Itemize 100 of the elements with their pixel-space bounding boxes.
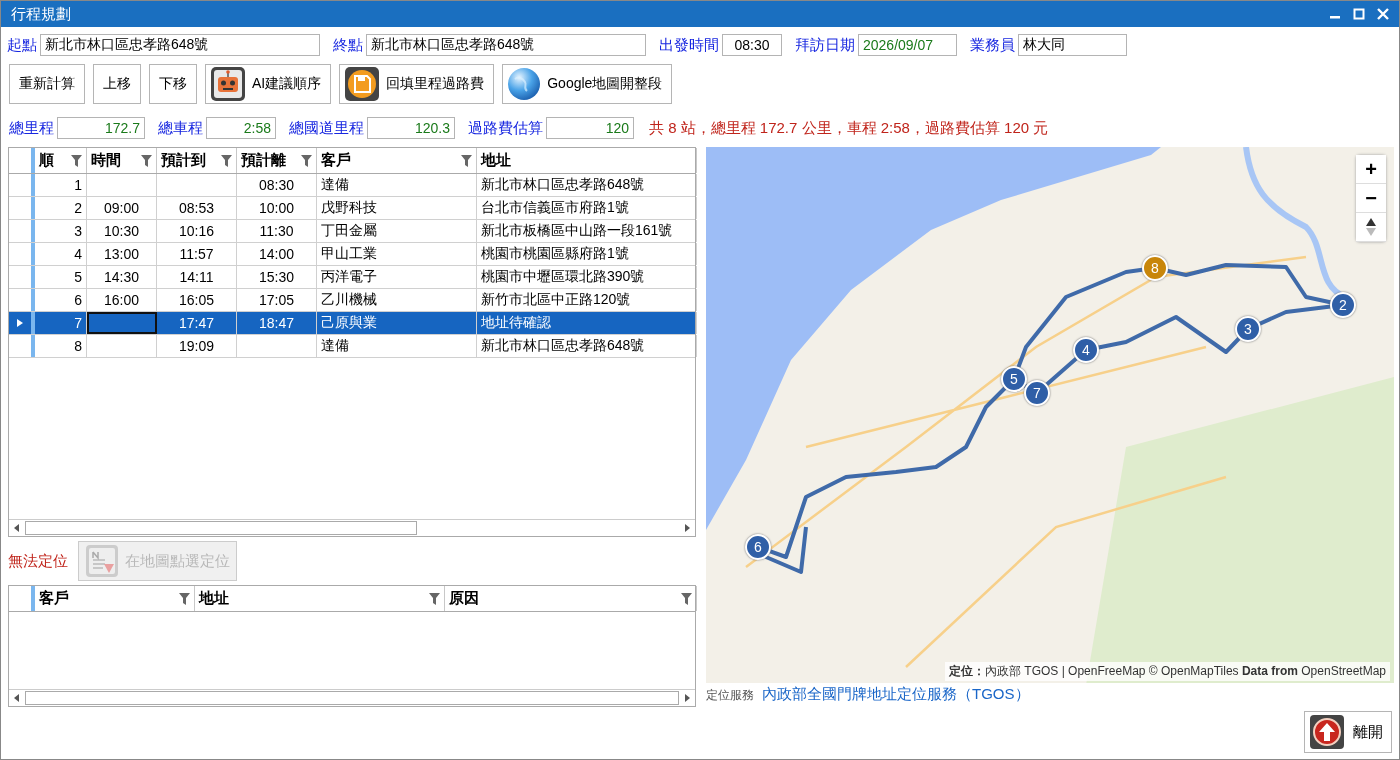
toolbar-button[interactable]: 回填里程過路費 [339,64,495,104]
horizontal-scrollbar[interactable] [9,689,695,706]
table-cell: 08:30 [237,174,317,196]
window-title: 行程規劃 [11,4,72,24]
table-cell: 10:00 [237,197,317,219]
scroll-left-icon[interactable] [13,524,21,532]
table-cell: 14:00 [237,243,317,265]
scroll-left-icon[interactable] [13,694,21,702]
tgos-link[interactable]: 內政部全國門牌地址定位服務（TGOS） [762,685,1030,705]
table-cell: 6 [35,289,87,311]
column-header[interactable]: 客戶 [35,586,195,611]
table-cell: 己原與業 [317,312,477,334]
table-cell: 達備 [317,174,477,196]
table-row[interactable]: 8 19:09 達備 新北市林口區忠孝路648號 [9,335,695,358]
table-row[interactable]: 2 09:00 08:53 10:00 戊野科技 台北市信義區市府路1號 [9,197,695,220]
section-label: 無法定位 [8,551,68,571]
table-row[interactable]: 4 13:00 11:57 14:00 甲山工業 桃園市桃園區縣府路1號 [9,243,695,266]
stat-label: 總國道里程 [289,118,364,138]
table-cell: 4 [35,243,87,265]
toolbar-button[interactable]: 下移 [149,64,197,104]
table-cell: 18:47 [237,312,317,334]
maximize-icon[interactable] [1353,8,1365,20]
table-cell: 戊野科技 [317,197,477,219]
compass-button[interactable] [1356,213,1386,242]
filter-icon[interactable] [179,592,190,605]
toolbar-button[interactable]: 重新計算 [9,64,85,104]
filter-icon[interactable] [429,592,440,605]
table-cell: 13:00 [87,243,157,265]
stat-value: 120 [546,117,634,139]
input-field[interactable]: 08:30 [722,34,782,56]
stat-label: 總里程 [9,118,54,138]
input-field[interactable]: 林大同 [1018,34,1127,56]
input-field[interactable]: 新北市林口區忠孝路648號 [40,34,320,56]
stat-label: 總車程 [158,118,203,138]
exit-button[interactable]: 離開 [1304,711,1392,753]
table-cell: 新北市林口區忠孝路648號 [477,174,697,196]
field-label: 出發時間 [659,35,719,55]
table-cell: 新竹市北區中正路120號 [477,289,697,311]
table-cell: 17:05 [237,289,317,311]
table-cell: 8 [35,335,87,357]
footer-label: 定位服務 [706,687,754,705]
robot-icon [210,66,246,102]
table-row[interactable]: 5 14:30 14:11 15:30 丙洋電子 桃園市中壢區環北路390號 [9,266,695,289]
stat-value: 2:58 [206,117,276,139]
table-cell: 10:30 [87,220,157,242]
filter-icon[interactable] [461,154,472,167]
filter-icon[interactable] [301,154,312,167]
table-cell: 2 [35,197,87,219]
table-cell: 19:09 [157,335,237,357]
field-label: 拜訪日期 [795,35,855,55]
table-cell: 丙洋電子 [317,266,477,288]
table-cell: 桃園市中壢區環北路390號 [477,266,697,288]
column-header[interactable]: 預計到 [157,148,237,173]
table-cell: 08:53 [157,197,237,219]
table-row[interactable]: 3 10:30 10:16 11:30 丁田金屬 新北市板橋區中山路一段161號 [9,220,695,243]
summary-text: 共 8 站，總里程 172.7 公里，車程 2:58，過路費估算 120 元 [649,118,1049,138]
field-label: 業務員 [970,35,1015,55]
column-header[interactable]: 時間 [87,148,157,173]
filter-icon[interactable] [71,154,82,167]
column-header[interactable]: 預計離 [237,148,317,173]
filter-icon[interactable] [221,154,232,167]
table-cell: 3 [35,220,87,242]
table-cell: 17:47 [157,312,237,334]
table-cell: 1 [35,174,87,196]
table-cell: 甲山工業 [317,243,477,265]
scroll-right-icon[interactable] [683,524,691,532]
table-cell: 10:16 [157,220,237,242]
zoom-out-button[interactable]: − [1356,184,1386,213]
column-header[interactable]: 客戶 [317,148,477,173]
horizontal-scrollbar[interactable] [9,519,695,536]
toolbar-button[interactable]: 上移 [93,64,141,104]
field-label: 起點 [7,35,37,55]
table-cell: 16:00 [87,289,157,311]
filter-icon[interactable] [141,154,152,167]
table-row[interactable]: 1 08:30 達備 新北市林口區忠孝路648號 [9,174,695,197]
table-cell: 11:30 [237,220,317,242]
table-cell: 桃園市桃園區縣府路1號 [477,243,697,265]
table-cell: 丁田金屬 [317,220,477,242]
table-row[interactable]: 7 17:47 18:47 己原與業 地址待確認 [9,312,695,335]
column-header[interactable]: 原因 [445,586,697,611]
toolbar-button[interactable]: AI建議順序 [205,64,332,104]
filter-icon[interactable] [681,592,692,605]
input-field[interactable]: 2026/09/07 [858,34,957,56]
current-row-icon [17,319,23,327]
scroll-right-icon[interactable] [683,694,691,702]
column-header[interactable]: 地址 [195,586,445,611]
field-label: 終點 [333,35,363,55]
zoom-in-button[interactable]: + [1356,155,1386,184]
map-attribution: 定位：內政部 TGOS | OpenFreeMap © OpenMapTiles Data from OpenStreetMap [945,662,1390,682]
table-cell: 16:05 [157,289,237,311]
toolbar-button[interactable]: Google地圖開整段 [502,64,673,104]
close-icon[interactable] [1377,8,1389,20]
globe-icon [507,67,542,101]
table-cell: 地址待確認 [477,312,697,334]
column-header[interactable]: 地址 [477,148,697,173]
table-cell: 14:11 [157,266,237,288]
input-field[interactable]: 新北市林口區忠孝路648號 [366,34,646,56]
table-cell: 09:00 [87,197,157,219]
stat-value: 120.3 [367,117,455,139]
column-header[interactable]: 順 [35,148,87,173]
